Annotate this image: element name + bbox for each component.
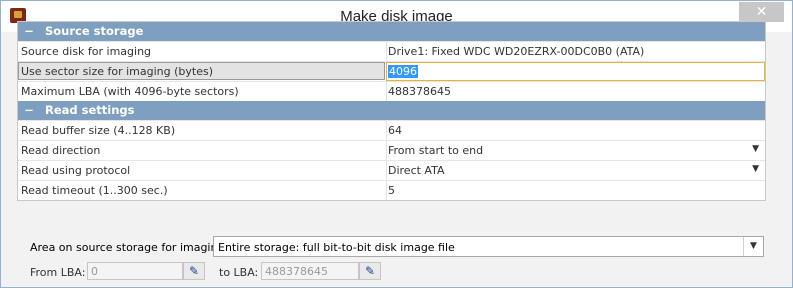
selected-text: 4096 — [388, 65, 418, 78]
property-name: Source disk for imaging — [21, 45, 152, 58]
from-lba-field[interactable]: 0 — [87, 262, 183, 280]
property-value[interactable]: 64 — [388, 124, 402, 137]
to-lba-field[interactable]: 488378645 — [261, 262, 359, 280]
property-row-source-disk[interactable]: Source disk for imaging Drive1: Fixed WD… — [18, 41, 765, 61]
pen-icon: ✎ — [364, 264, 376, 278]
collapse-icon[interactable]: − — [23, 101, 35, 120]
property-name: Read buffer size (4..128 KB) — [21, 124, 176, 137]
property-value[interactable]: Drive1: Fixed WDC WD20EZRX-00DC0B0 (ATA) — [388, 45, 644, 58]
close-button[interactable]: ✕ — [739, 2, 784, 22]
to-lba-value: 488378645 — [265, 265, 328, 278]
edit-to-lba-button[interactable]: ✎ — [359, 262, 381, 280]
chevron-down-icon[interactable]: ▼ — [743, 237, 763, 256]
property-value: 488378645 — [388, 85, 451, 98]
column-divider — [386, 121, 387, 140]
from-lba-label: From LBA: — [30, 266, 86, 279]
column-divider — [386, 42, 387, 61]
area-label: Area on source storage for imaging: — [30, 241, 229, 254]
property-name: Read direction — [21, 144, 101, 157]
property-row-read-protocol[interactable]: Read using protocol Direct ATA ▼ — [18, 160, 765, 180]
property-name: Maximum LBA (with 4096-byte sectors) — [21, 85, 239, 98]
property-name: Read using protocol — [21, 164, 131, 177]
section-label: Source storage — [45, 24, 144, 38]
dropdown-arrow-icon[interactable]: ▼ — [752, 164, 759, 174]
column-divider — [386, 161, 387, 180]
to-lba-label: to LBA: — [219, 266, 259, 279]
from-lba-value: 0 — [91, 265, 98, 278]
property-row-read-timeout[interactable]: Read timeout (1..300 sec.) 5 — [18, 180, 765, 200]
pen-icon: ✎ — [188, 264, 200, 278]
property-value[interactable]: From start to end — [388, 144, 483, 157]
property-name: Read timeout (1..300 sec.) — [21, 184, 168, 197]
section-read-settings[interactable]: − Read settings — [18, 101, 765, 120]
area-select[interactable]: Entire storage: full bit-to-bit disk ima… — [213, 236, 764, 257]
section-label: Read settings — [45, 103, 135, 117]
edit-from-lba-button[interactable]: ✎ — [183, 262, 205, 280]
property-value[interactable]: Direct ATA — [388, 164, 445, 177]
sector-size-editor[interactable] — [386, 62, 765, 81]
property-row-read-direction[interactable]: Read direction From start to end ▼ — [18, 140, 765, 160]
property-name: Use sector size for imaging (bytes) — [21, 65, 213, 78]
property-row-sector-size[interactable]: Use sector size for imaging (bytes) 4096 — [18, 61, 765, 81]
property-row-max-lba[interactable]: Maximum LBA (with 4096-byte sectors) 488… — [18, 81, 765, 101]
column-divider — [386, 82, 387, 101]
property-grid: − Source storage Source disk for imaging… — [17, 21, 766, 201]
dropdown-arrow-icon[interactable]: ▼ — [752, 144, 759, 154]
collapse-icon[interactable]: − — [23, 22, 35, 41]
column-divider — [386, 141, 387, 160]
sector-size-input[interactable]: 4096 — [388, 65, 418, 78]
section-source-storage[interactable]: − Source storage — [18, 22, 765, 41]
property-value[interactable]: 5 — [388, 184, 395, 197]
column-divider — [386, 181, 387, 200]
area-select-value: Entire storage: full bit-to-bit disk ima… — [218, 241, 455, 254]
property-row-read-buffer[interactable]: Read buffer size (4..128 KB) 64 — [18, 120, 765, 140]
